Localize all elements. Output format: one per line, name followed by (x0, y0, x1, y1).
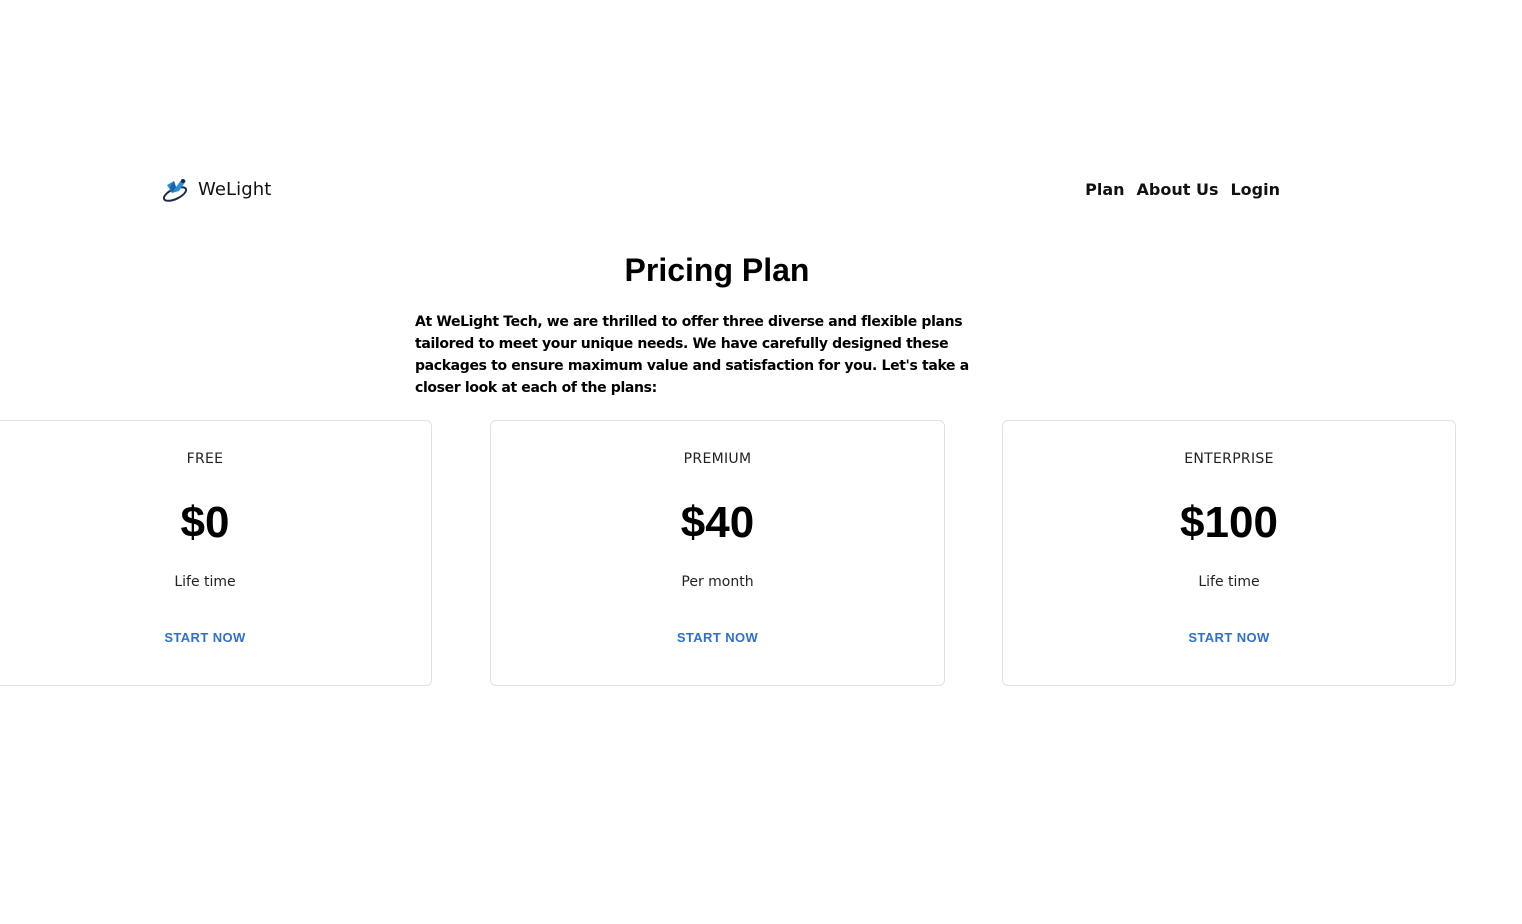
page: WeLight Plan About Us Login Pricing Plan… (0, 0, 1522, 924)
nav-links: Plan About Us Login (1085, 180, 1280, 199)
plan-price: $0 (180, 498, 230, 547)
plan-card-enterprise: ENTERPRISE $100 Life time START NOW (1002, 420, 1456, 686)
plan-card-premium: PREMIUM $40 Per month START NOW (490, 420, 945, 686)
start-now-button[interactable]: START NOW (0, 630, 431, 645)
plan-card-free: FREE $0 Life time START NOW (0, 420, 432, 686)
nav-link-about-us[interactable]: About Us (1137, 180, 1219, 199)
bird-globe-logo-icon (162, 179, 188, 202)
plan-name: ENTERPRISE (1184, 451, 1274, 467)
start-now-button[interactable]: START NOW (491, 630, 944, 645)
plan-price: $40 (680, 498, 755, 547)
plan-price: $100 (1180, 498, 1278, 547)
nav-link-login[interactable]: Login (1230, 180, 1280, 199)
brand-link[interactable]: WeLight (162, 175, 271, 203)
plan-period: Per month (681, 574, 754, 590)
page-title: Pricing Plan (624, 252, 810, 288)
plan-period: Life time (174, 574, 236, 590)
start-now-button[interactable]: START NOW (1003, 630, 1455, 645)
plan-period: Life time (1198, 574, 1260, 590)
top-navbar: WeLight Plan About Us Login (162, 170, 1280, 208)
brand-name: WeLight (198, 178, 272, 200)
nav-link-plan[interactable]: Plan (1085, 180, 1124, 199)
plan-name: FREE (186, 451, 224, 467)
intro-text: At WeLight Tech, we are thrilled to offe… (415, 314, 969, 396)
plan-name: PREMIUM (683, 451, 752, 467)
